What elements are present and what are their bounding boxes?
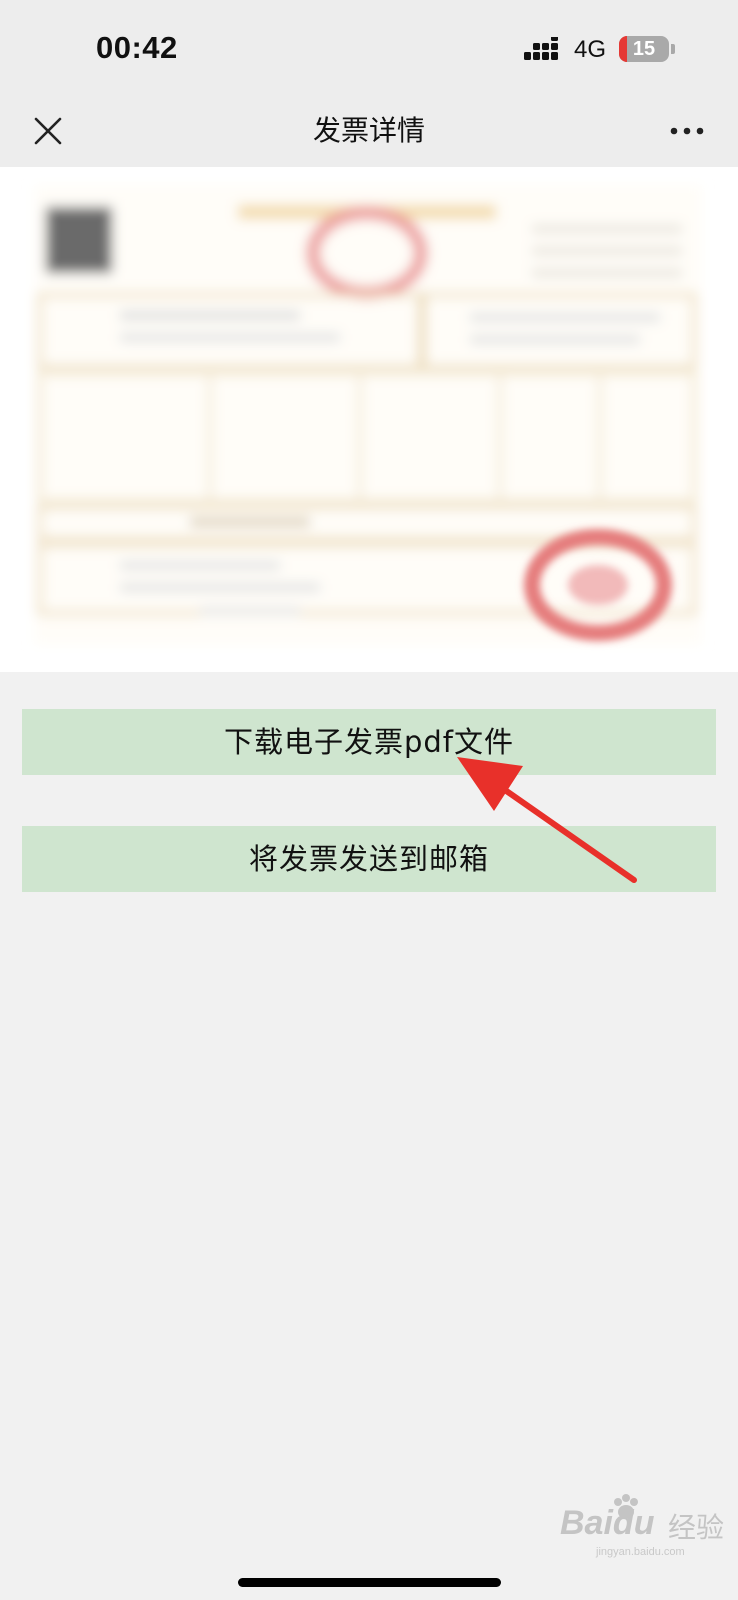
more-button[interactable] <box>664 109 710 153</box>
invoice-preview[interactable] <box>0 167 738 672</box>
close-button[interactable] <box>26 109 70 153</box>
more-icon <box>670 127 704 135</box>
status-time: 00:42 <box>96 30 178 65</box>
battery-icon: 15 <box>619 36 669 62</box>
network-type: 4G <box>574 36 607 63</box>
battery-percent: 15 <box>632 38 656 60</box>
watermark-text: 经验 <box>668 1511 725 1544</box>
paw-icon <box>614 1494 638 1519</box>
cellular-signal-icon <box>524 37 558 60</box>
close-icon <box>34 117 62 145</box>
download-pdf-button[interactable]: 下载电子发票pdf文件 <box>22 709 716 775</box>
home-indicator[interactable] <box>238 1578 501 1587</box>
send-to-email-button[interactable]: 将发票发送到邮箱 <box>22 826 716 892</box>
page-title: 发票详情 <box>312 114 425 147</box>
status-bar: 00:42 4G 15 <box>0 0 738 95</box>
nav-bar: 发票详情 <box>0 95 738 167</box>
invoice-image <box>0 167 738 672</box>
watermark-url: jingyan.baidu.com <box>596 1546 685 1558</box>
battery-tip <box>671 44 675 54</box>
